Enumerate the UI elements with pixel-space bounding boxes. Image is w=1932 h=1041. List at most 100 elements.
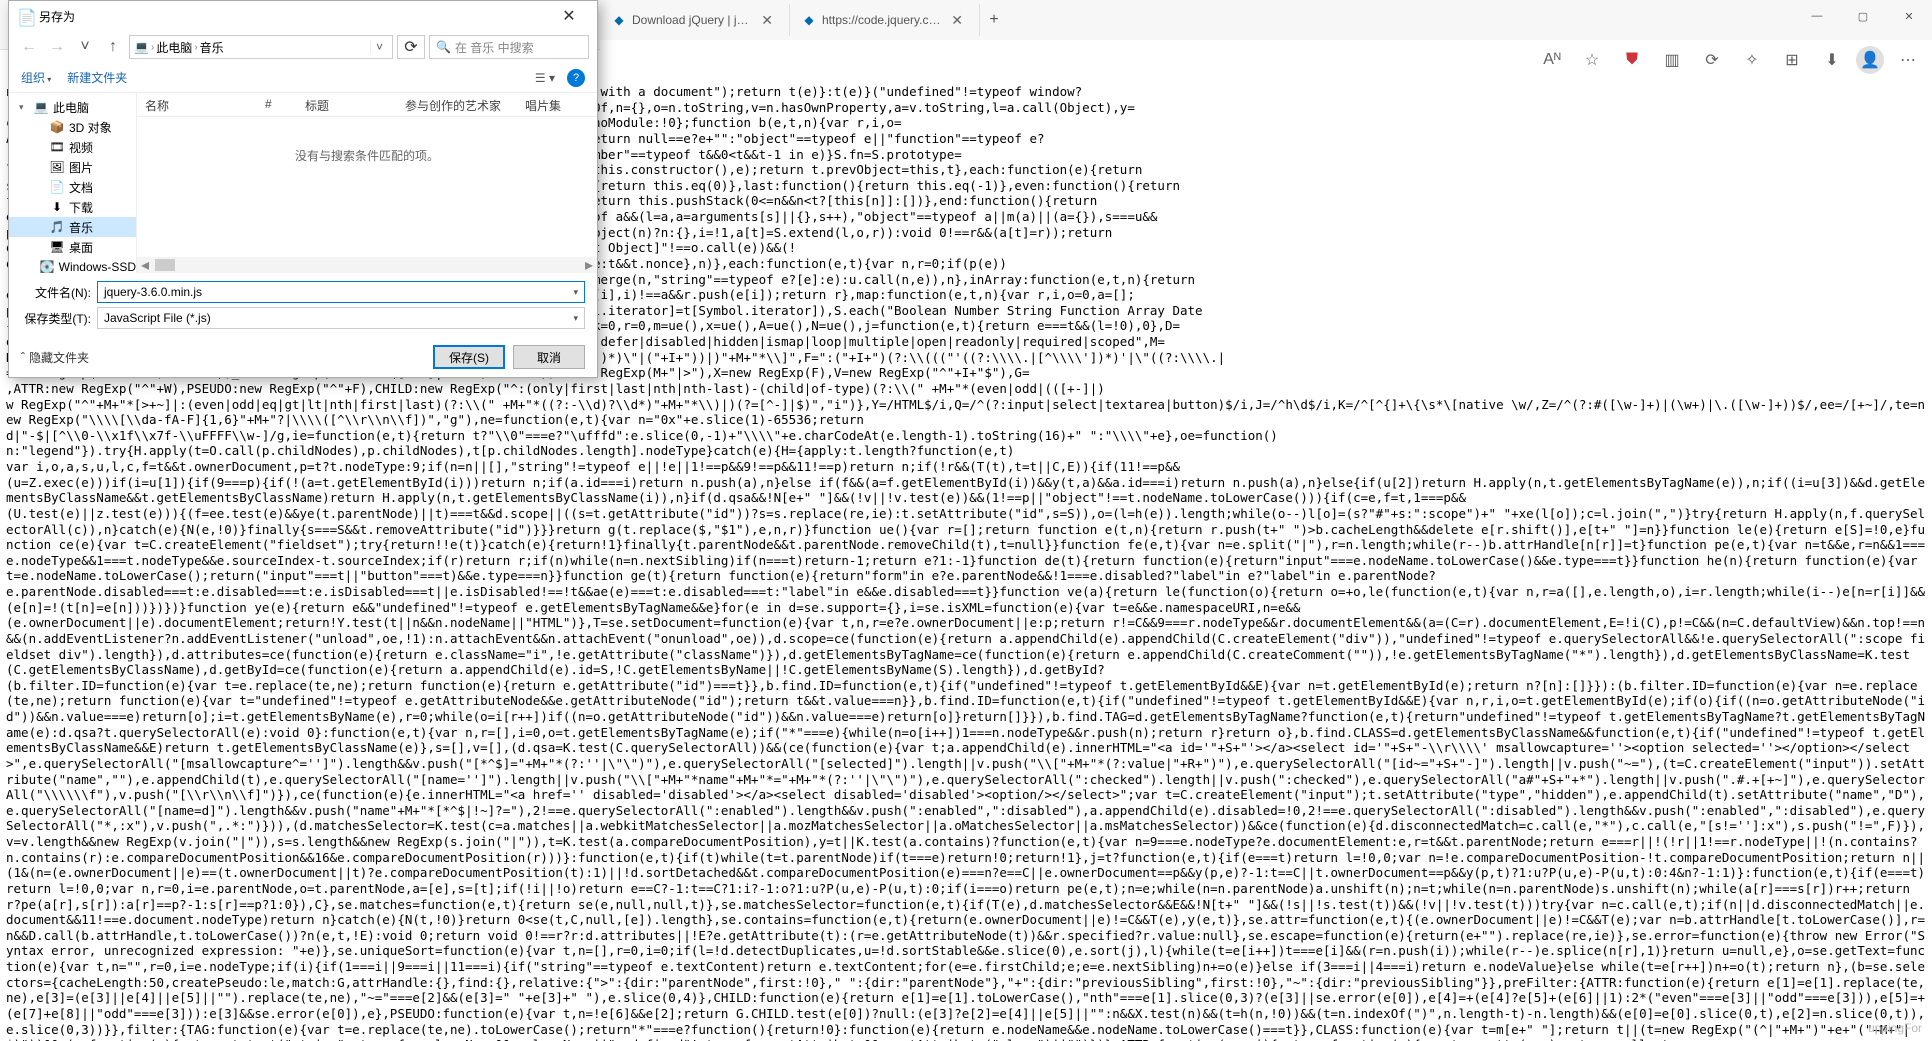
dialog-close-button[interactable]: ✕ [549,6,589,26]
file-list-pane: 名称#标题参与创作的艺术家唱片集 没有与搜索条件匹配的项。 ◂ ▸ [137,93,597,273]
tree-label: 此电脑 [53,99,89,116]
scroll-thumb[interactable] [155,259,175,271]
favicon-jquery-icon: ◆ [802,13,816,27]
filename-input[interactable]: jquery-3.6.0.min.js ▾ [97,281,585,303]
tree-label: 3D 对象 [69,119,112,136]
folder-icon: 🖥 [49,240,65,254]
extensions-icon[interactable]: ⊞ [1776,44,1808,76]
tree-label: 文档 [69,179,93,196]
hide-folders-toggle[interactable]: ˆ 隐藏文件夹 [21,349,89,366]
chevron-icon: ▾ [19,102,29,113]
window-controls: — ▢ ✕ [1794,0,1932,32]
dialog-nav-row: ← → ˅ ↑ 💻 › 此电脑 › 音乐 ˅ ⟳ 🔍 在 音乐 中搜索 [9,31,597,63]
collections-icon[interactable]: ▥ [1656,44,1688,76]
cancel-button[interactable]: 取消 [513,345,585,369]
tree-label: 音乐 [69,219,93,236]
help-button[interactable]: ? [567,69,585,87]
chevron-up-icon: ˆ [21,350,25,364]
filetype-value: JavaScript File (*.js) [104,311,211,325]
folder-icon: 💽 [40,260,55,273]
filename-label: 文件名(N): [21,284,91,301]
column-header[interactable]: 参与创作的艺术家 [397,93,517,116]
save-button[interactable]: 保存(S) [433,345,505,369]
column-header[interactable]: # [257,93,297,116]
save-icon: 📄 [17,8,33,24]
tree-item-3D 对象[interactable]: 📦 3D 对象 [9,117,136,137]
view-options-icon[interactable]: ☰ ▾ [535,71,555,85]
refresh-button[interactable]: ⟳ [397,35,425,59]
scroll-left-icon[interactable]: ◂ [137,255,153,275]
browser-tab-1[interactable]: ◆ https://code.jquery.com/jquery- ✕ [790,4,980,36]
downloads-icon[interactable]: ⬇ [1816,44,1848,76]
tree-item-桌面[interactable]: 🖥 桌面 [9,237,136,257]
dialog-titlebar: 📄 另存为 ✕ [9,1,597,31]
close-icon[interactable]: ✕ [947,12,967,29]
ublock-icon[interactable]: ⛊ [1616,44,1648,76]
chevron-down-icon[interactable]: ▾ [573,313,578,324]
close-icon[interactable]: ✕ [757,12,777,29]
pc-icon: 💻 [134,40,149,54]
folder-icon: 💻 [33,100,49,114]
tab-title: Download jQuery | jQuery [632,13,751,27]
dialog-toolbar: 组织 新建文件夹 ☰ ▾ ? [9,63,597,93]
search-input[interactable]: 🔍 在 音乐 中搜索 [429,35,589,59]
sync-icon[interactable]: ⟳ [1696,44,1728,76]
column-headers: 名称#标题参与创作的艺术家唱片集 [137,93,597,117]
dialog-title: 另存为 [39,8,549,25]
filetype-select[interactable]: JavaScript File (*.js) ▾ [97,307,585,329]
tree-item-文档[interactable]: 📄文档 [9,177,136,197]
filename-value: jquery-3.6.0.min.js [104,285,202,299]
nav-recent-icon[interactable]: ˅ [73,35,97,59]
tree-item-Windows-SSD[interactable]: 💽 Windows-SSD [9,257,136,273]
maximize-button[interactable]: ▢ [1840,0,1886,32]
tab-title: https://code.jquery.com/jquery- [822,13,941,27]
tree-item-此电脑[interactable]: ▾ 💻 此电脑 [9,97,136,117]
tree-item-音乐[interactable]: 🎵音乐 [9,217,136,237]
new-folder-button[interactable]: 新建文件夹 [67,69,127,86]
breadcrumb-segment[interactable]: 此电脑 [156,39,192,56]
folder-icon: 🖼 [49,160,65,174]
tree-item-下载[interactable]: ⬇下载 [9,197,136,217]
tree-label: 图片 [69,159,93,176]
dialog-footer: ˆ 隐藏文件夹 保存(S) 取消 [9,337,597,377]
nav-back-icon[interactable]: ← [17,35,41,59]
tree-label: 视频 [69,139,93,156]
favicon-jquery-icon: ◆ [612,13,626,27]
filetype-label: 保存类型(T): [21,310,91,327]
folder-icon: ⬇ [49,200,65,214]
more-icon[interactable]: ⋯ [1892,44,1924,76]
folder-icon: 📦 [49,120,65,134]
window-close-button[interactable]: ✕ [1886,0,1932,32]
browser-tab-0[interactable]: ◆ Download jQuery | jQuery ✕ [600,4,790,36]
tree-label: 桌面 [69,239,93,256]
favorites-bar-icon[interactable]: ✧ [1736,44,1768,76]
chevron-right-icon: › [194,42,197,53]
save-as-dialog: 📄 另存为 ✕ ← → ˅ ↑ 💻 › 此电脑 › 音乐 ˅ ⟳ 🔍 在 音乐 … [8,0,598,378]
minimize-button[interactable]: — [1794,0,1840,32]
scroll-right-icon[interactable]: ▸ [581,255,597,275]
read-aloud-icon[interactable]: Aᴺ [1536,44,1568,76]
breadcrumb-segment[interactable]: 音乐 [200,39,224,56]
organize-menu[interactable]: 组织 [21,69,51,86]
column-header[interactable]: 标题 [297,93,397,116]
search-icon: 🔍 [436,40,451,54]
profile-avatar[interactable]: 👤 [1856,46,1884,74]
column-header[interactable]: 名称 [137,93,257,116]
horizontal-scrollbar[interactable]: ◂ ▸ [137,257,597,273]
tree-label: Windows-SSD [59,260,136,273]
chevron-right-icon: › [151,42,154,53]
favorites-icon[interactable]: ☆ [1576,44,1608,76]
chevron-down-icon[interactable]: ˅ [370,40,388,54]
watermark-text: uppingFor [1868,1021,1922,1035]
chevron-down-icon[interactable]: ▾ [573,287,578,298]
folder-icon: 🎞 [49,140,65,154]
search-placeholder: 在 音乐 中搜索 [455,39,534,56]
breadcrumb[interactable]: 💻 › 此电脑 › 音乐 ˅ [129,35,393,59]
nav-up-icon[interactable]: ↑ [101,35,125,59]
nav-forward-icon[interactable]: → [45,35,69,59]
tree-item-图片[interactable]: 🖼 图片 [9,157,136,177]
tree-item-视频[interactable]: 🎞 视频 [9,137,136,157]
browser-toolbar: Aᴺ ☆ ⛊ ▥ ⟳ ✧ ⊞ ⬇ 👤 ⋯ [600,40,1932,80]
new-tab-button[interactable]: + [980,11,1008,29]
column-header[interactable]: 唱片集 [517,93,597,116]
